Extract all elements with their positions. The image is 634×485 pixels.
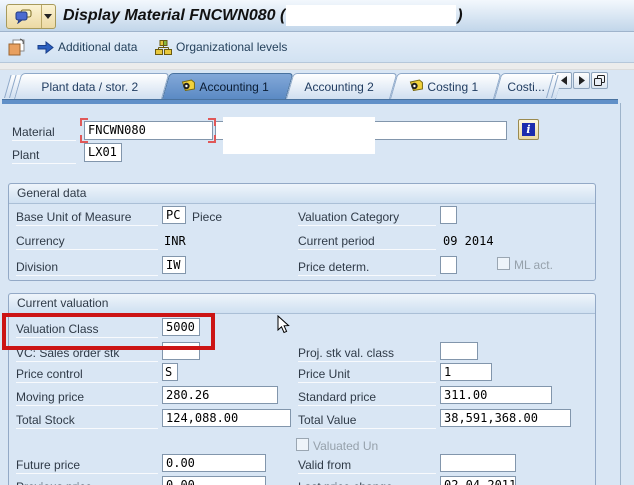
mouse-cursor <box>277 314 290 337</box>
ml-act-label: ML act. <box>514 258 553 272</box>
currency-value: INR <box>164 234 186 248</box>
current-valuation-header: Current valuation <box>9 294 595 314</box>
display-change-icon <box>8 38 25 56</box>
services-for-object-button[interactable] <box>6 4 56 29</box>
plant-input[interactable]: LX01 <box>84 143 122 162</box>
tab-label: Accounting 2 <box>304 79 375 94</box>
focus-corner <box>208 118 216 126</box>
page-title-suffix: ) <box>457 6 463 24</box>
tab-scroll-right-button[interactable] <box>573 72 590 89</box>
base-unit-text: Piece <box>192 210 223 224</box>
price-determ-input[interactable] <box>440 256 457 274</box>
valuated-un-label: Valuated Un <box>313 439 379 453</box>
previous-price-input[interactable]: 0.00 <box>162 476 266 485</box>
active-tab-underline <box>2 99 618 104</box>
organizational-levels-label: Organizational levels <box>176 40 288 54</box>
base-unit-label: Base Unit of Measure <box>16 209 158 226</box>
redaction-box <box>223 117 375 154</box>
total-value-label: Total Value <box>298 412 436 429</box>
tab-label: Accounting 1 <box>199 79 270 94</box>
pages-icon <box>594 75 605 86</box>
total-value-input[interactable]: 38,591,368.00 <box>440 409 571 427</box>
last-price-change-label: Last price change <box>298 479 436 485</box>
last-price-change-input[interactable]: 02.04.2011 <box>440 476 516 485</box>
currency-label: Currency <box>16 233 158 250</box>
valid-from-input[interactable] <box>440 454 516 472</box>
division-label: Division <box>16 259 158 276</box>
focus-corner <box>80 118 88 126</box>
right-arrow-icon <box>37 40 54 54</box>
price-unit-label: Price Unit <box>298 366 436 383</box>
valuation-category-label: Valuation Category <box>298 209 436 226</box>
ml-act-checkbox <box>497 257 510 270</box>
moving-price-label: Moving price <box>16 389 158 406</box>
price-control-label: Price control <box>16 366 158 383</box>
total-stock-label: Total Stock <box>16 412 158 429</box>
tab-label: Costi... <box>507 79 546 94</box>
separator-band <box>0 63 634 70</box>
tab-label: Plant data / stor. 2 <box>41 79 138 94</box>
view-indicator-icon <box>409 79 423 94</box>
base-unit-input[interactable]: PC <box>162 206 186 224</box>
valuation-category-input[interactable] <box>440 206 457 224</box>
sap-display-material-window: Display Material FNCWN080 ( ) Additional… <box>0 0 634 485</box>
window-right-frame <box>620 103 621 485</box>
tab-accounting-1[interactable]: Accounting 1 <box>162 73 294 99</box>
additional-data-button[interactable]: Additional data <box>37 32 137 62</box>
dropdown-icon[interactable] <box>42 5 54 28</box>
info-icon: i <box>522 123 535 136</box>
information-button[interactable]: i <box>518 119 539 140</box>
material-input[interactable]: FNCWN080 <box>84 121 213 140</box>
page-title: Display Material FNCWN080 ( ) <box>63 2 463 29</box>
future-price-input[interactable]: 0.00 <box>162 454 266 472</box>
standard-price-input[interactable]: 311.00 <box>440 386 552 404</box>
plant-label: Plant <box>12 147 76 164</box>
tab-plant-data-stor-2[interactable]: Plant data / stor. 2 <box>14 73 170 99</box>
division-input[interactable]: IW <box>162 256 186 274</box>
org-chart-icon <box>155 39 172 55</box>
total-stock-input[interactable]: 124,088.00 <box>162 409 291 427</box>
tab-costing-1[interactable]: Costing 1 <box>390 73 502 99</box>
price-unit-input[interactable]: 1 <box>440 363 492 381</box>
previous-price-label: Previous price <box>16 479 158 485</box>
valuated-un-checkbox <box>296 438 309 451</box>
title-bar: Display Material FNCWN080 ( ) <box>0 0 634 32</box>
redaction-box <box>286 5 457 26</box>
application-toolbar: Additional data Organizational levels <box>0 32 634 63</box>
material-label: Material <box>12 124 76 141</box>
organizational-levels-button[interactable]: Organizational levels <box>155 32 287 62</box>
focus-corner <box>80 135 88 143</box>
standard-price-label: Standard price <box>298 389 436 406</box>
general-data-header: General data <box>9 184 595 204</box>
moving-price-input[interactable]: 280.26 <box>162 386 278 404</box>
services-for-object-icon <box>7 5 42 28</box>
future-price-label: Future price <box>16 457 158 474</box>
valid-from-label: Valid from <box>298 457 436 474</box>
tab-label: Costing 1 <box>427 79 478 94</box>
view-indicator-icon <box>182 79 196 94</box>
page-title-prefix: Display Material FNCWN080 ( <box>63 6 286 24</box>
tab-overview-button[interactable] <box>591 72 608 89</box>
tab-accounting-2[interactable]: Accounting 2 <box>286 73 398 99</box>
display-change-button[interactable] <box>8 32 26 62</box>
price-control-input[interactable]: S <box>162 363 178 381</box>
additional-data-label: Additional data <box>58 40 138 54</box>
focus-corner <box>208 135 216 143</box>
price-determ-label: Price determ. <box>298 259 436 276</box>
proj-stk-val-class-input[interactable] <box>440 342 478 360</box>
red-highlight-annotation <box>2 313 215 350</box>
proj-stk-val-class-label: Proj. stk val. class <box>298 345 436 362</box>
right-triangle-icon <box>578 76 585 85</box>
current-period-value: 09 2014 <box>443 234 494 248</box>
current-period-label: Current period <box>298 233 436 250</box>
